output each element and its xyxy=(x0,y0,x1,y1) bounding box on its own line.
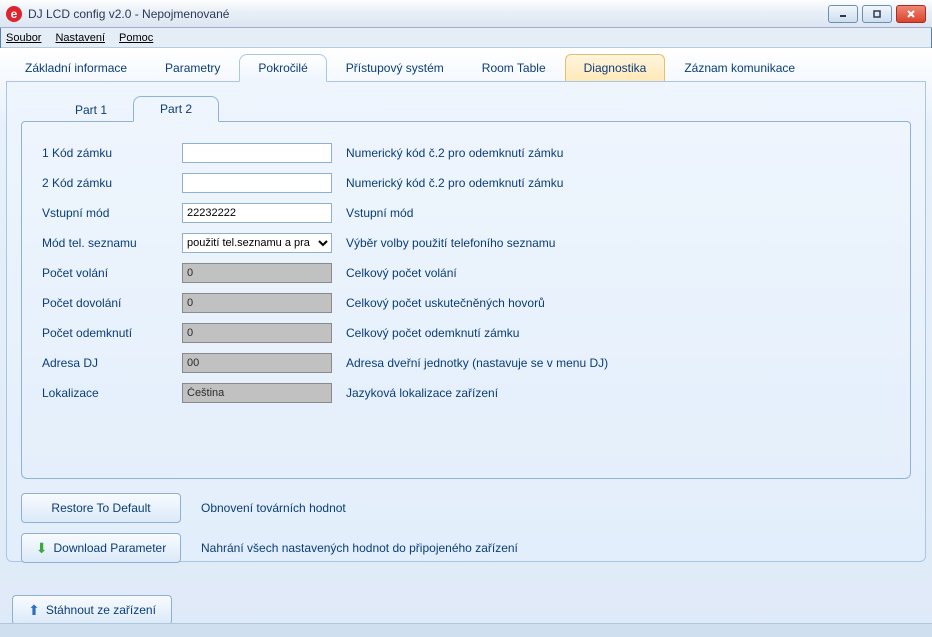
maximize-icon xyxy=(872,9,882,19)
row-calls: Počet volání Celkový počet volání xyxy=(42,260,890,286)
label-address: Adresa DJ xyxy=(42,356,182,370)
upload-button[interactable]: ⬆ Stáhnout ze zařízení xyxy=(12,595,172,625)
tab-params[interactable]: Parametry xyxy=(146,54,239,81)
input-inputmode[interactable] xyxy=(182,203,332,223)
restore-label: Restore To Default xyxy=(51,501,150,515)
download-label: Download Parameter xyxy=(54,541,167,555)
maximize-button[interactable] xyxy=(862,5,892,23)
desc-locale: Jazyková lokalizace zařízení xyxy=(346,386,498,400)
row-unlocks: Počet odemknutí Celkový počet odemknutí … xyxy=(42,320,890,346)
close-icon xyxy=(906,9,916,19)
desc-lock2: Numerický kód č.2 pro odemknutí zámku xyxy=(346,176,563,190)
subtab-part2[interactable]: Part 2 xyxy=(133,96,219,122)
main-panel: Part 1 Part 2 1 Kód zámku Numerický kód … xyxy=(6,82,926,562)
row-lock2: 2 Kód zámku Numerický kód č.2 pro odemkn… xyxy=(42,170,890,196)
app-icon: e xyxy=(6,6,22,22)
sub-panel: 1 Kód zámku Numerický kód č.2 pro odemkn… xyxy=(21,121,911,479)
statusbar xyxy=(0,623,932,637)
restore-button[interactable]: Restore To Default xyxy=(21,493,181,523)
menubar: Soubor Nastavení Pomoc xyxy=(0,28,932,48)
arrow-up-icon: ⬆ xyxy=(28,602,40,619)
input-address xyxy=(182,353,332,373)
input-locale xyxy=(182,383,332,403)
window-title: DJ LCD config v2.0 - Nepojmenované xyxy=(28,7,229,21)
tab-basic[interactable]: Základní informace xyxy=(6,54,146,81)
menu-file[interactable]: Soubor xyxy=(6,32,41,44)
label-connected: Počet dovolání xyxy=(42,296,182,310)
desc-phonebook: Výběr volby použití telefoního seznamu xyxy=(346,236,555,250)
panel-buttons: Restore To Default Obnovení továrních ho… xyxy=(21,493,911,563)
upload-label: Stáhnout ze zařízení xyxy=(46,603,156,617)
desc-calls: Celkový počet volání xyxy=(346,266,457,280)
row-phonebook: Mód tel. seznamu použití tel.seznamu a p… xyxy=(42,230,890,256)
download-desc: Nahrání všech nastavených hodnot do přip… xyxy=(201,541,518,555)
sub-tabs: Part 1 Part 2 xyxy=(21,96,911,122)
row-address: Adresa DJ Adresa dveřní jednotky (nastav… xyxy=(42,350,890,376)
tab-diagnostics[interactable]: Diagnostika xyxy=(565,54,666,81)
desc-unlocks: Celkový počet odemknutí zámku xyxy=(346,326,519,340)
titlebar: e DJ LCD config v2.0 - Nepojmenované xyxy=(0,0,932,28)
window-controls xyxy=(828,5,926,23)
main-area: Základní informace Parametry Pokročilé P… xyxy=(0,48,932,637)
bottom-button-wrap: ⬆ Stáhnout ze zařízení xyxy=(12,595,172,625)
close-button[interactable] xyxy=(896,5,926,23)
label-calls: Počet volání xyxy=(42,266,182,280)
label-lock1: 1 Kód zámku xyxy=(42,146,182,160)
select-phonebook[interactable]: použití tel.seznamu a pra xyxy=(182,233,332,253)
desc-address: Adresa dveřní jednotky (nastavuje se v m… xyxy=(346,356,608,370)
tab-room[interactable]: Room Table xyxy=(463,54,565,81)
tab-advanced[interactable]: Pokročilé xyxy=(239,54,326,82)
desc-lock1: Numerický kód č.2 pro odemknutí zámku xyxy=(346,146,563,160)
input-calls xyxy=(182,263,332,283)
input-connected xyxy=(182,293,332,313)
restore-desc: Obnovení továrních hodnot xyxy=(201,501,346,515)
row-connected: Počet dovolání Celkový počet uskutečněný… xyxy=(42,290,890,316)
download-button[interactable]: ⬇ Download Parameter xyxy=(21,533,181,563)
tab-access[interactable]: Přístupový systém xyxy=(327,54,463,81)
row-locale: Lokalizace Jazyková lokalizace zařízení xyxy=(42,380,890,406)
input-lock2[interactable] xyxy=(182,173,332,193)
minimize-icon xyxy=(838,9,848,19)
minimize-button[interactable] xyxy=(828,5,858,23)
label-phonebook: Mód tel. seznamu xyxy=(42,236,182,250)
label-unlocks: Počet odemknutí xyxy=(42,326,182,340)
arrow-down-icon: ⬇ xyxy=(36,540,48,557)
subtab-part1[interactable]: Part 1 xyxy=(49,98,133,122)
menu-help[interactable]: Pomoc xyxy=(119,32,153,44)
label-locale: Lokalizace xyxy=(42,386,182,400)
desc-connected: Celkový počet uskutečněných hovorů xyxy=(346,296,545,310)
label-inputmode: Vstupní mód xyxy=(42,206,182,220)
label-lock2: 2 Kód zámku xyxy=(42,176,182,190)
menu-settings[interactable]: Nastavení xyxy=(55,32,105,44)
row-inputmode: Vstupní mód Vstupní mód xyxy=(42,200,890,226)
tab-comm[interactable]: Záznam komunikace xyxy=(665,54,814,81)
desc-inputmode: Vstupní mód xyxy=(346,206,413,220)
input-lock1[interactable] xyxy=(182,143,332,163)
input-unlocks xyxy=(182,323,332,343)
main-tabs: Základní informace Parametry Pokročilé P… xyxy=(6,54,926,82)
row-lock1: 1 Kód zámku Numerický kód č.2 pro odemkn… xyxy=(42,140,890,166)
